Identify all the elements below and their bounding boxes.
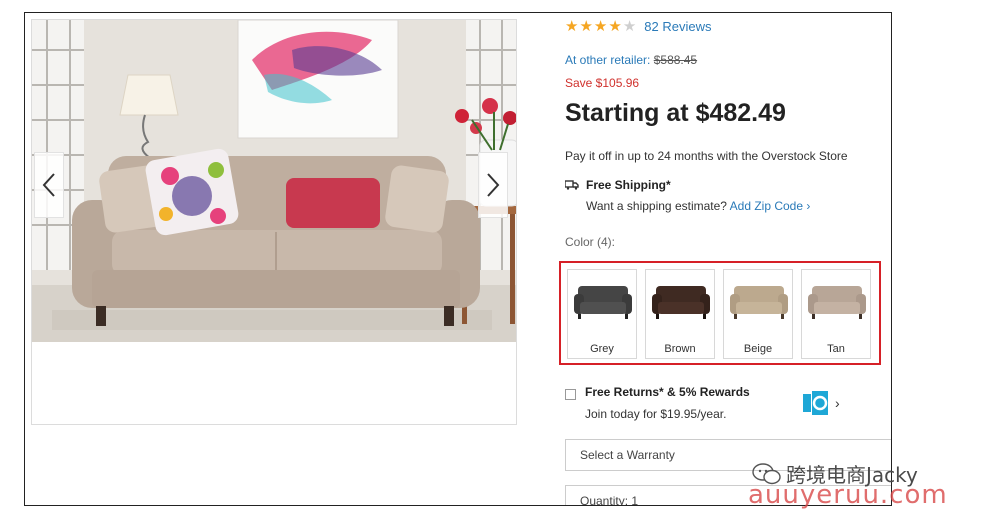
returns-title: Free Returns* & 5% Rewards	[585, 385, 750, 399]
club-o-logo-icon	[803, 390, 829, 416]
color-swatch-brown[interactable]: Brown	[645, 269, 715, 359]
previous-image-button[interactable]	[34, 152, 64, 218]
star-icon: ★	[608, 18, 622, 35]
sofa-thumbnail-beige	[730, 286, 788, 319]
color-swatch-beige[interactable]: Beige	[723, 269, 793, 359]
chevron-right-icon	[487, 173, 500, 197]
returns-subtitle: Join today for $19.95/year.	[585, 407, 727, 421]
next-image-button[interactable]	[478, 152, 508, 218]
warranty-placeholder: Select a Warranty	[580, 448, 675, 462]
star-rating: ★ ★ ★ ★ ★	[565, 19, 636, 34]
chevron-left-icon	[42, 173, 55, 197]
product-price: Starting at $482.49	[565, 99, 786, 127]
sofa-thumbnail-grey	[574, 286, 632, 319]
add-zip-code-link[interactable]: Add Zip Code ›	[730, 199, 811, 213]
sofa-room-image	[32, 20, 516, 342]
product-page: ★ ★ ★ ★ ★ 82 Reviews At other retailer: …	[24, 12, 892, 506]
truck-icon	[565, 180, 579, 190]
financing-text: Pay it off in up to 24 months with the O…	[565, 149, 848, 163]
swatch-label: Grey	[590, 343, 614, 355]
sofa-thumbnail-brown	[652, 286, 710, 319]
shipping-section: Free Shipping* Want a shipping estimate?…	[565, 178, 810, 213]
reviews-link[interactable]: 82 Reviews	[644, 19, 711, 34]
product-gallery	[31, 19, 517, 425]
color-swatch-grey[interactable]: Grey	[567, 269, 637, 359]
product-info: ★ ★ ★ ★ ★ 82 Reviews At other retailer: …	[559, 13, 891, 506]
swatch-label: Brown	[664, 343, 696, 355]
free-shipping-label: Free Shipping*	[586, 178, 671, 192]
quantity-label: Quantity: 1	[580, 494, 639, 506]
color-swatch-tan[interactable]: Tan	[801, 269, 871, 359]
other-retailer-price: At other retailer: $588.45	[565, 53, 697, 67]
star-icon: ★	[565, 18, 579, 35]
star-icon: ★	[579, 18, 593, 35]
club-o-link[interactable]: ›	[803, 389, 845, 417]
shipping-question: Want a shipping estimate?	[586, 199, 727, 213]
watermark-url: auuyeruu.com	[748, 480, 948, 510]
save-amount: Save $105.96	[565, 76, 640, 90]
retailer-label: At other retailer:	[565, 53, 651, 67]
retailer-old-price: $588.45	[653, 53, 698, 67]
swatch-label: Tan	[827, 343, 845, 355]
rating-row: ★ ★ ★ ★ ★ 82 Reviews	[565, 19, 711, 34]
color-label: Color (4):	[565, 235, 616, 249]
club-rewards-checkbox[interactable]	[565, 389, 576, 400]
club-rewards-offer: Free Returns* & 5% Rewards Join today fo…	[565, 385, 865, 425]
star-icon: ★	[593, 18, 608, 35]
chevron-right-icon: ›	[835, 395, 840, 411]
sofa-thumbnail-tan	[808, 286, 866, 319]
color-swatches: Grey Brown Beige Tan	[559, 261, 881, 365]
star-empty-icon: ★	[622, 18, 637, 35]
product-photo	[32, 20, 516, 342]
swatch-label: Beige	[743, 343, 773, 355]
